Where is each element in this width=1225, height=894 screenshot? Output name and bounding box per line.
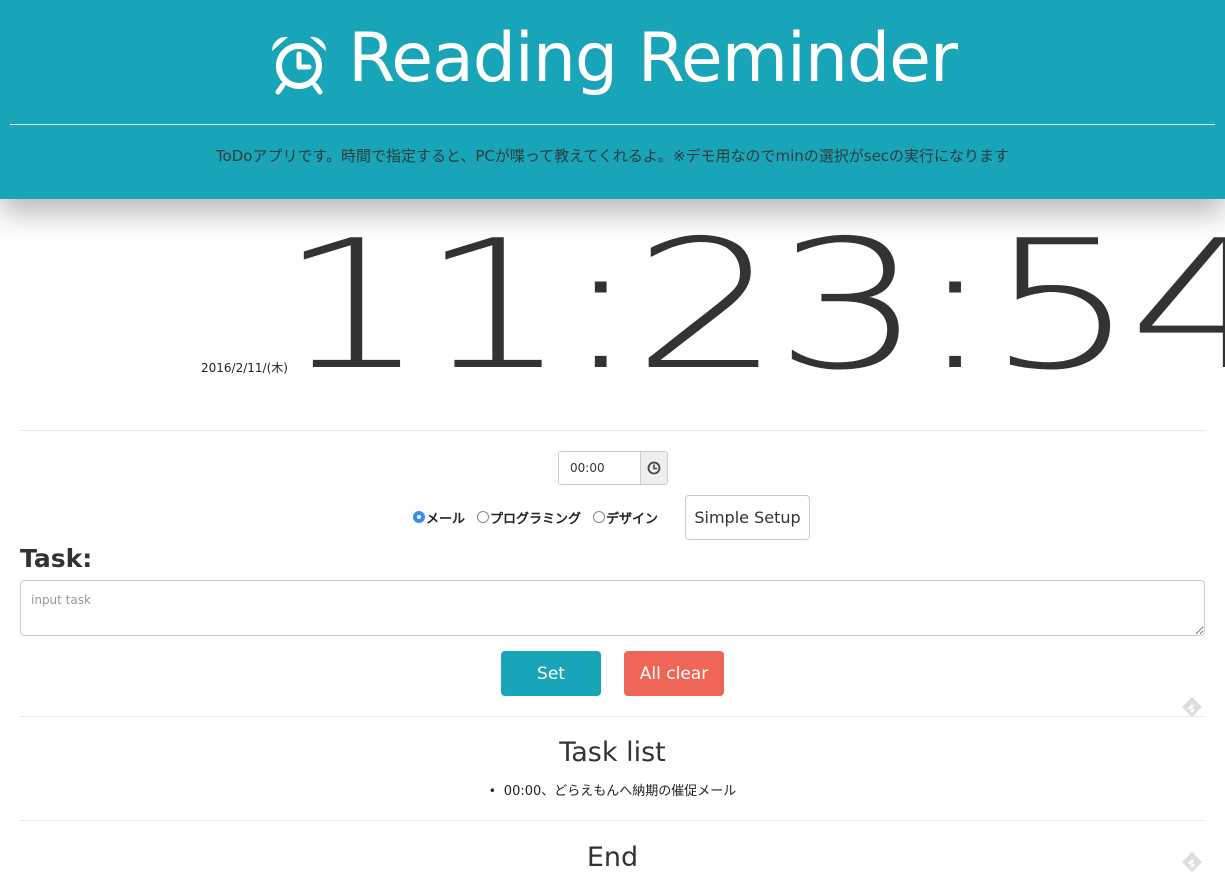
radio-design[interactable]: デザイン — [593, 508, 658, 527]
app-description: ToDoアプリです。時間で指定すると、PCが喋って教えてくれるよ。※デモ用なので… — [215, 147, 1010, 165]
current-time: 11:23:54 — [278, 202, 1225, 409]
feedly-icon[interactable] — [1180, 850, 1204, 874]
radio-mail[interactable]: メール — [413, 508, 465, 527]
clock-display: 2016/2/11/(木) 11:23:54 — [0, 202, 1225, 409]
radio-button-mail[interactable] — [413, 511, 425, 523]
category-radio-group: メール プログラミング デザイン — [413, 496, 670, 538]
radio-button-programming[interactable] — [477, 511, 490, 523]
end-label: End — [586, 842, 639, 873]
task-list: 00:00、どらえもんへ納期の催促メール — [0, 780, 1225, 799]
app-title: Reading Reminder — [348, 19, 958, 98]
task-list-title: Task list — [559, 737, 666, 768]
task-input[interactable] — [20, 580, 1205, 636]
all-clear-button[interactable]: All clear — [624, 651, 724, 696]
set-button[interactable]: Set — [501, 651, 601, 696]
list-item: 00:00、どらえもんへ納期の催促メール — [0, 780, 1225, 799]
radio-programming[interactable]: プログラミング — [477, 508, 581, 527]
simple-setup-button[interactable]: Simple Setup — [685, 495, 810, 540]
timepicker-button[interactable] — [640, 452, 667, 484]
brand: Reading Reminder — [0, 14, 1225, 118]
header-divider — [10, 124, 1215, 125]
header: Reading Reminder ToDoアプリです。時間で指定すると、PCが喋… — [0, 0, 1225, 199]
radio-button-design[interactable] — [593, 511, 606, 523]
clock-icon — [647, 461, 661, 475]
divider — [20, 820, 1205, 821]
radio-label-design: デザイン — [606, 511, 659, 527]
divider — [20, 430, 1205, 431]
divider — [20, 716, 1205, 717]
current-date: 2016/2/11/(木) — [201, 361, 288, 375]
radio-label-mail: メール — [426, 511, 466, 527]
timepicker — [558, 451, 668, 485]
alarm-clock-icon — [268, 28, 330, 95]
radio-label-programming: プログラミング — [490, 511, 582, 527]
task-label: Task: — [20, 544, 93, 573]
time-input[interactable] — [559, 452, 640, 484]
